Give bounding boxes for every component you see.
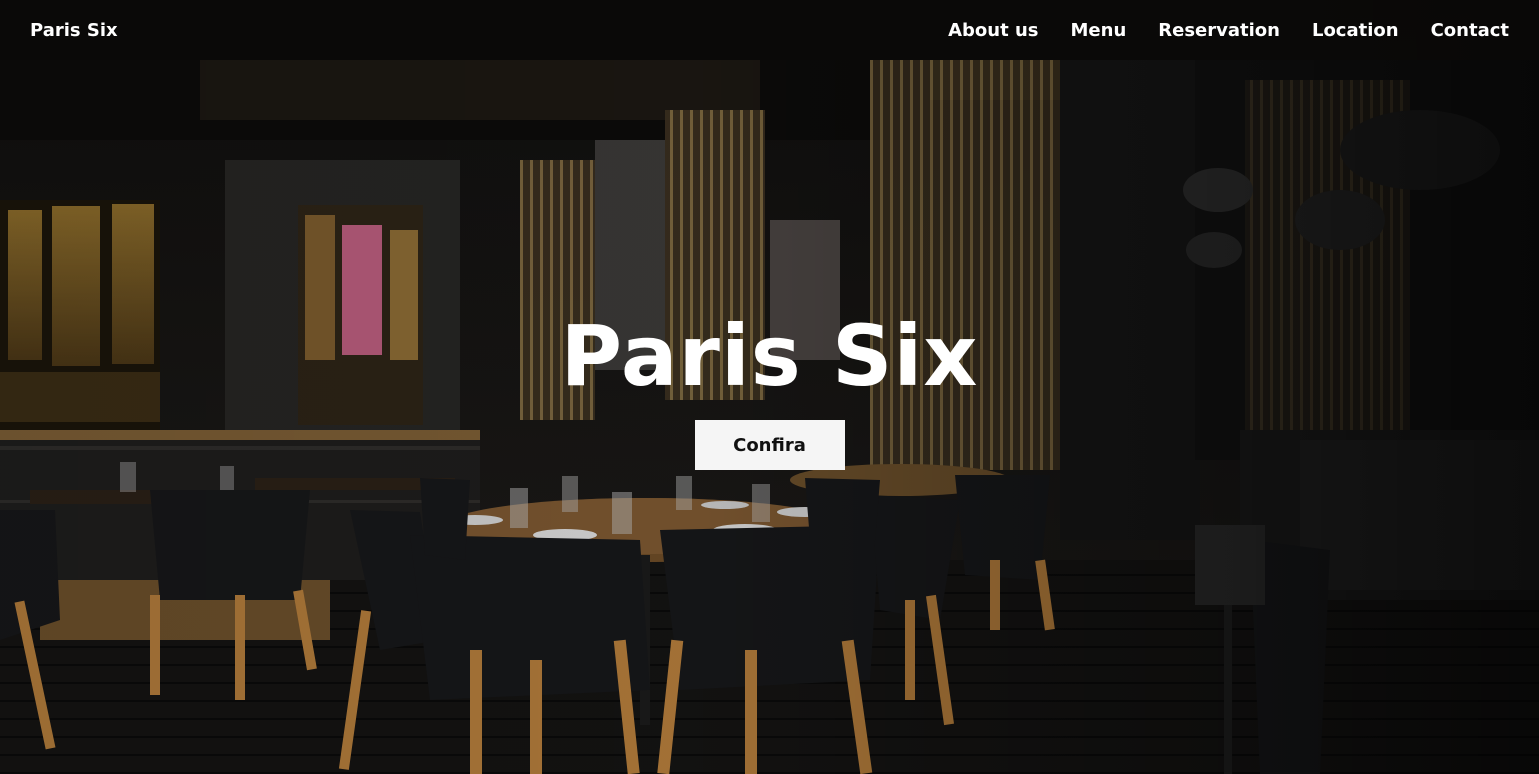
brand-logo-link[interactable]: Paris Six — [30, 20, 118, 41]
hero-content: Paris Six Confira — [0, 300, 1539, 470]
top-navbar: Paris Six About us Menu Reservation Loca… — [0, 0, 1539, 60]
nav-link-contact[interactable]: Contact — [1431, 20, 1509, 41]
nav-link-reservation[interactable]: Reservation — [1158, 20, 1280, 41]
hero-title: Paris Six — [560, 307, 979, 405]
confira-button[interactable]: Confira — [694, 420, 845, 470]
nav-link-about-us[interactable]: About us — [948, 20, 1038, 41]
page: Paris Six About us Menu Reservation Loca… — [0, 0, 1539, 774]
nav-link-location[interactable]: Location — [1312, 20, 1399, 41]
nav-links: About us Menu Reservation Location Conta… — [948, 20, 1509, 41]
nav-link-menu[interactable]: Menu — [1071, 20, 1127, 41]
